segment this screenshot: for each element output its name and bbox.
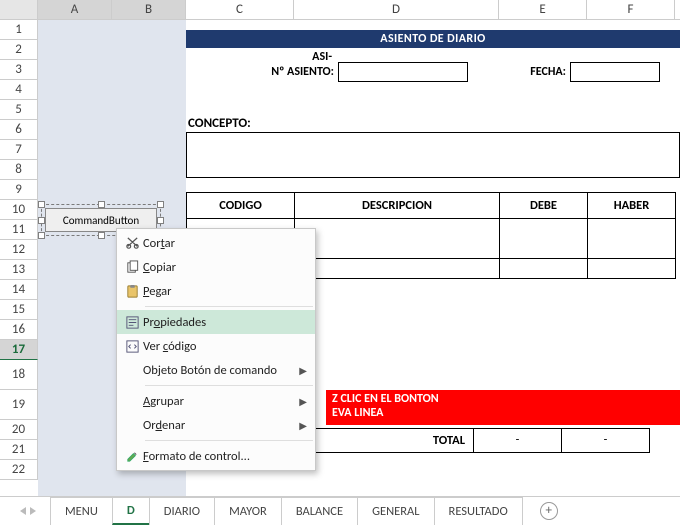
row-header-4[interactable]: 4 xyxy=(0,80,38,100)
row-header-14[interactable]: 14 xyxy=(0,280,38,300)
submenu-arrow-icon: ▶ xyxy=(299,364,307,377)
th-debe: DEBE xyxy=(500,193,588,219)
instruction-line1: Z CLIC EN EL BONTON xyxy=(332,392,674,406)
nasiento-label: Nº ASIENTO: xyxy=(234,65,334,79)
row-header-9[interactable]: 9 xyxy=(0,180,38,200)
menu-item-label: Copiar xyxy=(143,260,307,275)
concepto-label: CONCEPTO: xyxy=(188,116,251,131)
row-header-7[interactable]: 7 xyxy=(0,140,38,160)
sheet-tab-balance[interactable]: BALANCE xyxy=(281,497,358,525)
menu-item-ver-c-digo[interactable]: Ver código xyxy=(117,334,315,358)
row-header-20[interactable]: 20 xyxy=(0,420,38,440)
row-header-17[interactable]: 17 xyxy=(0,340,38,360)
menu-item-label: Ver código xyxy=(143,339,307,354)
th-descripcion: DESCRIPCION xyxy=(295,193,500,219)
sheet-tab-mayor[interactable]: MAYOR xyxy=(214,497,282,525)
row-header-6[interactable]: 6 xyxy=(0,120,38,140)
worksheet: A B C D E F 1234567891011121314151617181… xyxy=(0,0,680,496)
row-header-15[interactable]: 15 xyxy=(0,300,38,320)
cut-icon xyxy=(121,236,143,251)
menu-item-label: Ordenar xyxy=(143,418,299,433)
row-header-1[interactable]: 1 xyxy=(0,20,38,40)
menu-item-label: Objeto Botón de comando xyxy=(143,363,299,378)
sheet-tab-bar: MENUDDIARIOMAYORBALANCEGENERALRESULTADO … xyxy=(0,496,680,524)
submenu-arrow-icon: ▶ xyxy=(299,395,307,408)
row-header-2[interactable]: 2 xyxy=(0,40,38,60)
code-icon xyxy=(121,339,143,354)
row-header-19[interactable]: 19 xyxy=(0,390,38,420)
menu-item-copiar[interactable]: Copiar xyxy=(117,255,315,279)
select-all-corner[interactable] xyxy=(0,0,38,19)
menu-separator xyxy=(145,306,313,307)
col-header-D[interactable]: D xyxy=(294,0,499,19)
menu-item-propiedades[interactable]: Propiedades xyxy=(117,310,315,334)
add-sheet-button[interactable]: + xyxy=(540,502,558,520)
col-header-F[interactable]: F xyxy=(587,0,675,19)
menu-item-label: Formato de control... xyxy=(143,449,307,464)
row-header-8[interactable]: 8 xyxy=(0,160,38,180)
sheet-tab-general[interactable]: GENERAL xyxy=(357,497,434,525)
concepto-input[interactable] xyxy=(186,132,680,178)
row-header-16[interactable]: 16 xyxy=(0,320,38,340)
th-extra xyxy=(676,193,680,219)
context-menu: Cortar Copiar Pegar Propiedades Ver código Ob… xyxy=(116,228,316,471)
menu-item-agrupar[interactable]: Agrupar▶ xyxy=(117,389,315,413)
fecha-input[interactable] xyxy=(570,62,660,82)
col-header-A[interactable]: A xyxy=(38,0,112,19)
row-header-18[interactable]: 18 xyxy=(0,360,38,390)
instruction-banner: Z CLIC EN EL BONTON EVA LINEA xyxy=(326,390,680,425)
menu-item-label: Propiedades xyxy=(143,315,307,330)
col-header-E[interactable]: E xyxy=(499,0,587,19)
menu-item-label: Pegar xyxy=(143,284,307,299)
paste-icon xyxy=(121,284,143,299)
menu-item-ordenar[interactable]: Ordenar▶ xyxy=(117,413,315,437)
sheet-tab-menu[interactable]: MENU xyxy=(50,497,113,525)
menu-item-objeto-bot-n-de-comando[interactable]: Objeto Botón de comando▶ xyxy=(117,358,315,382)
menu-separator xyxy=(145,385,313,386)
instruction-line2: EVA LINEA xyxy=(332,406,674,420)
tab-prev-icon[interactable] xyxy=(20,507,26,515)
menu-item-pegar[interactable]: Pegar xyxy=(117,279,315,303)
menu-item-cortar[interactable]: Cortar xyxy=(117,231,315,255)
menu-item-label: Agrupar xyxy=(143,394,299,409)
fecha-label: FECHA: xyxy=(516,65,566,79)
row-header-13[interactable]: 13 xyxy=(0,260,38,280)
row-header-21[interactable]: 21 xyxy=(0,440,38,460)
asi-label: ASI- xyxy=(292,50,332,64)
plus-icon: + xyxy=(545,503,551,518)
row-header-22[interactable]: 22 xyxy=(0,460,38,480)
row-header-5[interactable]: 5 xyxy=(0,100,38,120)
nasiento-input[interactable] xyxy=(338,62,468,82)
column-headers: A B C D E F xyxy=(0,0,680,20)
tab-next-icon[interactable] xyxy=(30,507,36,515)
sheet-tab-diario[interactable]: DIARIO xyxy=(149,497,215,525)
th-haber: HABER xyxy=(588,193,676,219)
fmt-icon xyxy=(121,449,143,464)
title-banner: ASIENTO DE DIARIO xyxy=(186,30,680,48)
menu-separator xyxy=(145,440,313,441)
th-codigo: CODIGO xyxy=(187,193,295,219)
row-header-11[interactable]: 11 xyxy=(0,220,38,240)
menu-item-formato-de-control-[interactable]: Formato de control... xyxy=(117,444,315,468)
menu-item-label: Cortar xyxy=(143,236,307,251)
sheet-tab-d[interactable]: D xyxy=(112,497,150,525)
tab-nav[interactable] xyxy=(20,507,36,515)
row-headers: 12345678910111213141516171819202122 xyxy=(0,20,38,496)
props-icon xyxy=(121,315,143,330)
row-header-10[interactable]: 10 xyxy=(0,200,38,220)
col-header-B[interactable]: B xyxy=(112,0,186,19)
col-header-C[interactable]: C xyxy=(186,0,294,19)
copy-icon xyxy=(121,260,143,275)
total-debe: - xyxy=(474,428,562,453)
row-header-3[interactable]: 3 xyxy=(0,60,38,80)
submenu-arrow-icon: ▶ xyxy=(299,419,307,432)
total-haber: - xyxy=(562,428,650,453)
row-header-12[interactable]: 12 xyxy=(0,240,38,260)
sheet-tab-resultado[interactable]: RESULTADO xyxy=(434,497,523,525)
